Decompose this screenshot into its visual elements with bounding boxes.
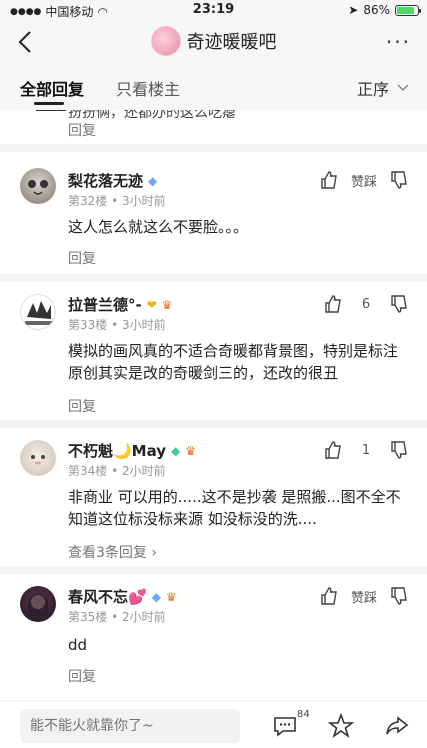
divider [0, 420, 427, 428]
reply-post: 春风不忘💕 ◆ ♛ 第35楼 • 2小时前 赞踩 dd 回复 [0, 574, 427, 694]
status-bar: ●●●● 中国移动 ◠ 23:19 ➤ 86% [0, 0, 427, 20]
level-badge-icon: ❤ [146, 297, 157, 312]
post-content: 模拟的画风真的不适合奇暖都背景图，特别是标注原创其实是改的奇暖剑三的，还改的很丑 [68, 342, 399, 382]
dislike-icon[interactable] [389, 440, 409, 460]
post-time: 3小时前 [122, 194, 166, 208]
comment-count: 84 [297, 709, 310, 720]
divider [0, 274, 427, 282]
like-count[interactable]: 6 [355, 297, 377, 312]
chevron-right-icon: › [146, 545, 157, 561]
reply-link[interactable]: 回复 [68, 248, 96, 268]
post-content: 非商业 可以用的.....这不是抄袭 是照搬...图不全不知道这位标没标来源 如… [68, 488, 401, 528]
tab-all-replies[interactable]: 全部回复 [20, 76, 84, 100]
forum-avatar[interactable] [150, 26, 181, 56]
floor-number: 第34楼 [68, 464, 108, 478]
reply-link[interactable]: 回复 [68, 666, 96, 686]
reply-list: 扮扮俩，还都办的这么吃瘪 回复 梨花落无迹 ◆ 第32楼 • 3小时前 赞踩 这… [0, 110, 427, 700]
view-replies-label: 查看3条回复 [68, 545, 147, 561]
diamond-badge-icon: ◆ [171, 443, 181, 458]
share-icon[interactable] [384, 713, 410, 739]
divider [0, 566, 427, 574]
avatar[interactable] [20, 586, 56, 622]
avatar[interactable] [20, 168, 56, 204]
like-label[interactable]: 赞踩 [351, 587, 377, 606]
bottom-bar: 84 [0, 700, 427, 748]
reply-post: 拉普兰德°- ❤ ♛ 第33楼 • 3小时前 6 模拟的画风真的不适合奇暖都背景… [0, 282, 427, 415]
dislike-icon[interactable] [389, 586, 409, 606]
post-time: 2小时前 [122, 464, 166, 478]
post-content: dd [68, 636, 88, 654]
view-replies-link[interactable]: 查看3条回复 › [68, 542, 157, 562]
more-options-button[interactable]: ··· [386, 30, 411, 54]
sort-dropdown[interactable]: 正序 [357, 76, 409, 100]
fan-badge-icon: ♛ [161, 297, 173, 312]
reply-link[interactable]: 回复 [68, 120, 96, 140]
quote-line [36, 110, 66, 111]
username[interactable]: 不朽魁🌙May [68, 440, 166, 461]
dislike-icon[interactable] [389, 170, 409, 190]
avatar[interactable] [20, 294, 56, 330]
post-meta: 第34楼 • 2小时前 [68, 464, 166, 478]
diamond-badge-icon: ◆ [148, 173, 158, 188]
forum-title[interactable]: 奇迹暖暖吧 [187, 28, 277, 54]
reply-tabs: 全部回复 只看楼主 正序 [0, 64, 427, 110]
avatar[interactable] [20, 440, 56, 476]
comment-icon[interactable] [272, 713, 298, 739]
like-icon[interactable] [319, 586, 339, 606]
reply-input[interactable] [20, 709, 240, 743]
nav-bar: 奇迹暖暖吧 ··· [0, 20, 427, 64]
floor-number: 第35楼 [68, 610, 108, 624]
divider [0, 144, 427, 152]
forum-header[interactable]: 奇迹暖暖吧 [0, 26, 427, 56]
like-label[interactable]: 赞踩 [351, 171, 377, 190]
tab-owner-only[interactable]: 只看楼主 [116, 76, 180, 100]
reply-post: 梨花落无迹 ◆ 第32楼 • 3小时前 赞踩 这人怎么就这么不要脸。。。 回复 [0, 152, 427, 267]
post-meta: 第33楼 • 3小时前 [68, 318, 166, 332]
post-content: 这人怎么就这么不要脸。。。 [68, 218, 249, 236]
sort-label: 正序 [356, 80, 389, 99]
post-time: 2小时前 [122, 610, 166, 624]
battery-percent: 86% [363, 3, 390, 17]
floor-number: 第33楼 [68, 318, 108, 332]
reply-link[interactable]: 回复 [68, 396, 96, 416]
star-icon[interactable] [328, 713, 354, 739]
active-tab-indicator [34, 102, 64, 105]
post-meta: 第35楼 • 2小时前 [68, 610, 166, 624]
like-icon[interactable] [323, 294, 343, 314]
like-icon[interactable] [323, 440, 343, 460]
location-icon: ➤ [348, 3, 359, 17]
post-meta: 第32楼 • 3小时前 [68, 194, 166, 208]
username[interactable]: 春风不忘💕 [68, 586, 147, 607]
more-dots-icon: ··· [385, 30, 411, 54]
like-icon[interactable] [319, 170, 339, 190]
floor-number: 第32楼 [68, 194, 108, 208]
chevron-down-icon [397, 81, 409, 96]
reply-post: 不朽魁🌙May ◆ ♛ 第34楼 • 2小时前 1 非商业 可以用的.....这… [0, 428, 427, 561]
battery-icon [395, 4, 421, 16]
fan-badge-icon: ♛ [185, 443, 197, 458]
username[interactable]: 拉普兰德°- [68, 294, 142, 315]
fan-badge-icon: ♛ [165, 589, 177, 604]
post-time: 3小时前 [122, 318, 166, 332]
diamond-badge-icon: ◆ [151, 589, 161, 604]
username[interactable]: 梨花落无迹 [68, 170, 143, 191]
like-count[interactable]: 1 [355, 443, 377, 458]
dislike-icon[interactable] [389, 294, 409, 314]
